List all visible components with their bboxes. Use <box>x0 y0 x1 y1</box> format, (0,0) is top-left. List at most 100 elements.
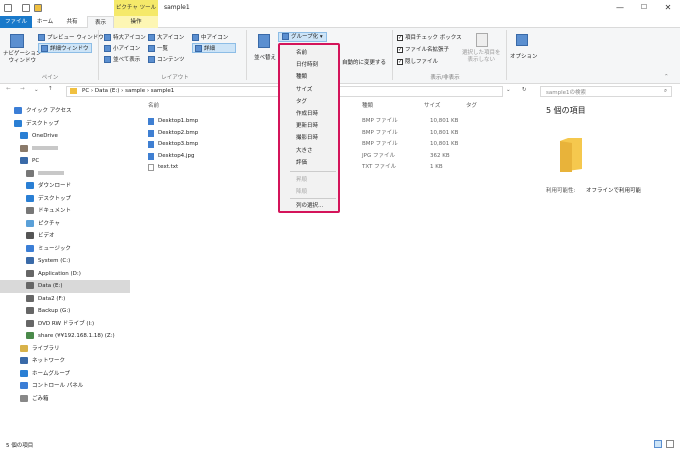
minimize-button[interactable]: — <box>608 0 632 16</box>
nav-item[interactable]: Data (E:) <box>0 280 130 293</box>
search-icon[interactable]: ⌕ <box>664 88 667 95</box>
layout-details[interactable]: 詳細 <box>192 43 236 53</box>
nav-pane-icon <box>10 34 24 48</box>
qat-folder-icon[interactable] <box>34 4 42 12</box>
nav-item[interactable]: DVD RW ドライブ (I:) <box>0 318 130 331</box>
nav-item-label: OneDrive <box>32 133 58 139</box>
nav-item[interactable]: デスクトップ <box>0 118 130 131</box>
tab-share[interactable]: 共有 <box>58 16 86 28</box>
details-pane-button[interactable]: 詳細ウィンドウ <box>38 43 92 53</box>
address-dropdown-icon[interactable]: ⌄ <box>506 87 511 93</box>
group-by-menu-item[interactable]: 名前 <box>296 48 307 56</box>
preview-pane-button[interactable]: プレビュー ウィンドウ <box>38 33 104 41</box>
layout-tiles[interactable]: 並べて表示 <box>104 55 140 63</box>
group-by-menu-item[interactable]: 評価 <box>296 158 307 166</box>
nav-item[interactable]: ごみ箱 <box>0 393 130 406</box>
maximize-button[interactable]: ☐ <box>632 0 656 16</box>
auto-fit-button[interactable]: 自動的に変更する <box>342 58 386 66</box>
group-by-menu-item[interactable]: 作成日時 <box>296 109 318 117</box>
layout-list[interactable]: 一覧 <box>148 44 168 52</box>
group-by-menu-item[interactable]: タグ <box>296 97 307 105</box>
ribbon-collapse-icon[interactable]: ⌃ <box>664 74 669 80</box>
column-header-tag[interactable]: タグ <box>466 101 477 109</box>
small-icons-icon <box>104 45 111 52</box>
nav-item[interactable]: ドキュメント <box>0 205 130 218</box>
file-name: Desktop1.bmp <box>158 118 199 124</box>
nav-item[interactable]: PC <box>0 155 130 168</box>
nav-item[interactable]: コントロール パネル <box>0 380 130 393</box>
nav-item-label: System (C:) <box>38 258 71 264</box>
layout-medium-icons[interactable]: 中アイコン <box>192 33 228 41</box>
sort-icon <box>258 34 270 48</box>
file-ext-toggle[interactable]: ✓ ファイル名拡張子 <box>397 45 449 53</box>
item-checkbox-toggle[interactable]: ✓ 項目チェック ボックス <box>397 33 462 41</box>
details-view-icon[interactable] <box>654 440 662 448</box>
back-icon[interactable]: ← <box>6 86 11 92</box>
column-header-name[interactable]: 名前 <box>148 101 159 109</box>
preview-label: プレビュー ウィンドウ <box>47 35 104 41</box>
nav-item-label: share (¥¥192.168.1.18) (Z:) <box>38 333 115 339</box>
nav-item[interactable]: share (¥¥192.168.1.18) (Z:) <box>0 330 130 343</box>
options-button[interactable]: オプション <box>510 52 538 60</box>
group-by-menu-item[interactable]: 大きさ <box>296 146 313 154</box>
nav-item[interactable]: System (C:) <box>0 255 130 268</box>
large-icons-view-icon[interactable] <box>666 440 674 448</box>
nav-item[interactable]: クイック アクセス <box>0 105 130 118</box>
hidden-files-toggle[interactable]: ✓ 隠しファイル <box>397 57 438 65</box>
tab-home[interactable]: ホーム <box>32 16 58 28</box>
group-by-menu-item[interactable]: 日付時刻 <box>296 60 318 68</box>
nav-item[interactable]: OneDrive <box>0 130 130 143</box>
layout-large-icons[interactable]: 大アイコン <box>148 33 184 41</box>
nav-item[interactable]: ホームグループ <box>0 368 130 381</box>
layout-xl-icons[interactable]: 特大アイコン <box>104 33 146 41</box>
layout-small-icons[interactable]: 小アイコン <box>104 44 140 52</box>
nav-item[interactable] <box>0 143 130 156</box>
tab-file[interactable]: ファイル <box>0 16 32 28</box>
nav-item[interactable]: ネットワーク <box>0 355 130 368</box>
column-header-type[interactable]: 種類 <box>362 101 373 109</box>
sort-button[interactable]: 並べ替え <box>254 53 276 61</box>
nav-item[interactable] <box>0 168 130 181</box>
layout-content[interactable]: コンテンツ <box>148 55 185 63</box>
hide-selected-button[interactable]: 選択した項目を 表示しない <box>462 50 501 64</box>
file-icon <box>148 118 154 125</box>
breadcrumb-pc[interactable]: PC <box>82 88 89 94</box>
nav-item[interactable]: ライブラリ <box>0 343 130 356</box>
nav-item-label: ごみ箱 <box>32 395 49 402</box>
nav-item[interactable]: デスクトップ <box>0 193 130 206</box>
up-icon[interactable]: ↑ <box>48 86 53 92</box>
nav-item-label: Data (E:) <box>38 283 63 289</box>
group-by-menu-item[interactable]: 種類 <box>296 72 307 80</box>
nav-item[interactable]: Backup (G:) <box>0 305 130 318</box>
column-header-size[interactable]: サイズ <box>424 101 440 109</box>
forward-icon[interactable]: → <box>20 86 25 92</box>
layout-group-label: レイアウト <box>161 75 189 81</box>
group-by-menu-item[interactable]: 更新日時 <box>296 121 318 129</box>
nav-item[interactable]: ビデオ <box>0 230 130 243</box>
breadcrumb-sample1[interactable]: sample1 <box>151 88 175 94</box>
nav-item[interactable]: Data2 (F:) <box>0 293 130 306</box>
nav-item[interactable]: Application (D:) <box>0 268 130 281</box>
group-by-menu-item[interactable]: 撮影日時 <box>296 133 318 141</box>
group-by-menu-item[interactable]: サイズ <box>296 85 312 93</box>
qat-properties-icon[interactable] <box>22 4 30 12</box>
nav-item-label: Backup (G:) <box>38 308 71 314</box>
qat-save-icon[interactable] <box>4 4 12 12</box>
status-bar <box>0 438 680 451</box>
nav-item-label: Data2 (F:) <box>38 295 66 302</box>
group-by-button[interactable]: グループ化 ▾ <box>278 32 327 42</box>
file-icon <box>148 141 154 148</box>
file-size: 1 KB <box>430 164 443 170</box>
breadcrumb-sample[interactable]: sample <box>125 88 145 94</box>
tab-ops[interactable]: 操作 <box>114 16 158 28</box>
breadcrumb-data[interactable]: Data (E:) <box>95 88 120 94</box>
refresh-icon[interactable]: ↻ <box>522 87 527 93</box>
nav-item[interactable]: ダウンロード <box>0 180 130 193</box>
nav-item[interactable]: ミュージック <box>0 243 130 256</box>
nav-pane-button[interactable]: ナビゲーション ウィンドウ <box>3 51 41 65</box>
choose-columns-item[interactable]: 列の選択... <box>296 201 323 209</box>
close-button[interactable]: ✕ <box>656 0 680 16</box>
nav-item-label: デスクトップ <box>38 195 72 202</box>
recent-dropdown-icon[interactable]: ⌄ <box>34 87 39 93</box>
nav-item[interactable]: ピクチャ <box>0 218 130 231</box>
